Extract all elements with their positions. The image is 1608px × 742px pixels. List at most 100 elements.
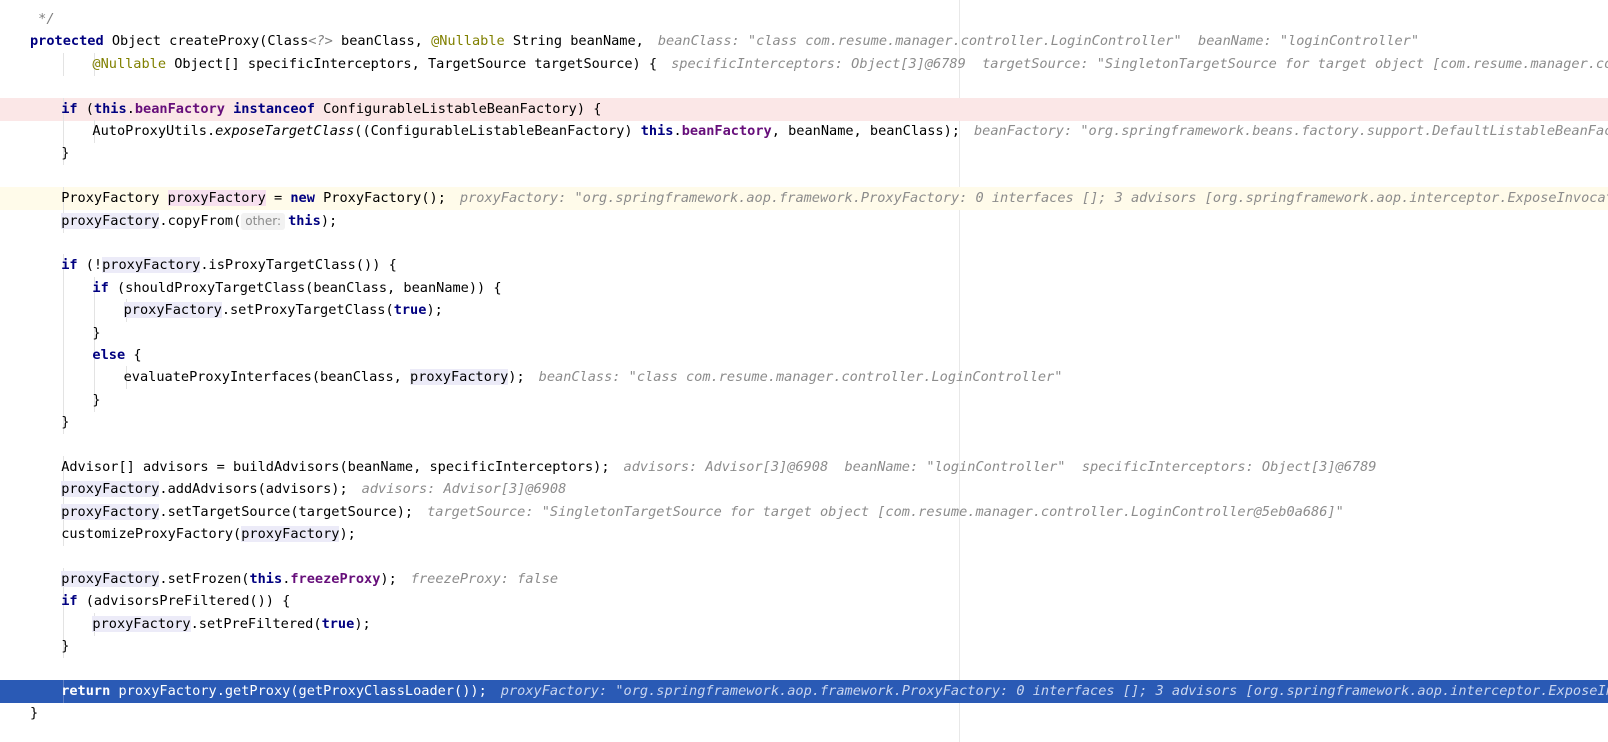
code-line[interactable]: } bbox=[0, 702, 1608, 725]
code-token: ); bbox=[320, 212, 338, 229]
debug-value-hint[interactable]: advisors: Advisor[3]@6908 beanName: "log… bbox=[624, 459, 1377, 475]
code-token: .addAdvisors(advisors); bbox=[159, 481, 348, 498]
code-line[interactable]: customizeProxyFactory(proxyFactory); bbox=[0, 523, 1608, 547]
code-line[interactable]: if (advisorsPreFiltered()) { bbox=[0, 590, 1608, 614]
usage-highlight: proxyFactory bbox=[61, 571, 160, 587]
code-token: customizeProxyFactory( bbox=[61, 526, 242, 543]
code-line[interactable] bbox=[0, 658, 1608, 681]
code-token: evaluateProxyInterfaces(beanClass, bbox=[123, 369, 411, 386]
code-token: ProxyFactory(); bbox=[314, 190, 446, 207]
code-token: } bbox=[92, 391, 101, 408]
code-token: ); bbox=[339, 526, 356, 543]
code-line[interactable] bbox=[0, 546, 1608, 569]
usage-highlight: proxyFactory bbox=[241, 526, 340, 543]
code-text: proxyFactory.setFrozen(this.freezeProxy)… bbox=[61, 568, 558, 591]
code-text: ProxyFactory proxyFactory = new ProxyFac… bbox=[61, 187, 1608, 210]
comment: <?> bbox=[308, 33, 333, 50]
code-line[interactable] bbox=[0, 232, 1608, 255]
code-token: .copyFrom( bbox=[159, 212, 242, 229]
code-line[interactable]: } bbox=[0, 411, 1608, 435]
code-token: proxyFactory.getProxy(getProxyClassLoade… bbox=[110, 683, 487, 699]
code-editor[interactable]: */ protected Object createProxy(Class<?> … bbox=[0, 0, 1608, 742]
code-token: Object createProxy(Class bbox=[103, 33, 309, 50]
code-line[interactable]: AutoProxyUtils.exposeTargetClass((Config… bbox=[0, 120, 1608, 143]
debug-value-hint[interactable]: targetSource: "SingletonTargetSource for… bbox=[427, 504, 1344, 520]
keyword: this bbox=[93, 100, 127, 117]
current-execution-line[interactable]: return proxyFactory.getProxy(getProxyCla… bbox=[0, 680, 1608, 703]
code-line[interactable]: protected Object createProxy(Class<?> be… bbox=[0, 30, 1608, 53]
code-line[interactable]: } bbox=[0, 388, 1608, 412]
code-token: = bbox=[265, 190, 291, 207]
code-text: @Nullable Object[] specificInterceptors,… bbox=[92, 53, 1608, 76]
debug-value-hint[interactable]: beanClass: "class com.resume.manager.con… bbox=[539, 369, 1063, 385]
code-text: } bbox=[30, 702, 38, 725]
usage-highlight: proxyFactory bbox=[61, 481, 160, 498]
code-token: AutoProxyUtils. bbox=[92, 123, 216, 139]
code-line[interactable]: */ bbox=[0, 8, 1608, 31]
debug-value-hint[interactable]: freezeProxy: false bbox=[411, 571, 558, 587]
code-text: proxyFactory.setProxyTargetClass(true); bbox=[123, 299, 443, 322]
code-token: (! bbox=[77, 257, 103, 274]
code-token: } bbox=[61, 638, 70, 655]
code-line[interactable]: proxyFactory.addAdvisors(advisors); advis… bbox=[0, 478, 1608, 502]
debug-value-hint[interactable]: proxyFactory: "org.springframework.aop.f… bbox=[460, 190, 1608, 206]
code-text: } bbox=[61, 411, 69, 434]
code-line[interactable]: if (!proxyFactory.isProxyTargetClass()) … bbox=[0, 254, 1608, 278]
code-text: evaluateProxyInterfaces(beanClass, proxy… bbox=[123, 366, 1063, 389]
code-line[interactable] bbox=[0, 75, 1608, 98]
code-text: AutoProxyUtils.exposeTargetClass((Config… bbox=[92, 120, 1608, 143]
field-ref: freezeProxy bbox=[290, 571, 381, 587]
indent-guide bbox=[63, 276, 65, 300]
code-token: ); bbox=[426, 302, 443, 319]
debug-value-hint[interactable]: beanFactory: "org.springframework.beans.… bbox=[974, 123, 1608, 139]
usage-highlight: proxyFactory bbox=[92, 615, 191, 632]
code-line[interactable]: evaluateProxyInterfaces(beanClass, proxy… bbox=[0, 366, 1608, 390]
parameter-hint: other: bbox=[241, 212, 286, 230]
keyword: protected bbox=[30, 33, 104, 50]
debug-value-hint[interactable]: proxyFactory: "org.springframework.aop.f… bbox=[501, 683, 1608, 699]
keyword: instanceof bbox=[233, 100, 315, 117]
keyword: this bbox=[288, 212, 321, 229]
code-line[interactable]: proxyFactory.copyFrom(other: this); bbox=[0, 209, 1608, 233]
code-line[interactable]: proxyFactory.setTargetSource(targetSourc… bbox=[0, 500, 1608, 524]
code-token: } bbox=[30, 705, 39, 722]
code-line[interactable] bbox=[0, 434, 1608, 457]
code-token: Advisor[] advisors = buildAdvisors(beanN… bbox=[61, 459, 610, 475]
field-ref: beanFactory bbox=[681, 123, 772, 139]
code-text: proxyFactory.copyFrom(other: this); bbox=[61, 210, 337, 233]
keyword: true bbox=[393, 302, 427, 319]
indent-guide bbox=[63, 388, 65, 412]
code-line[interactable]: Advisor[] advisors = buildAdvisors(beanN… bbox=[0, 456, 1608, 479]
debug-value-hint[interactable]: beanClass: "class com.resume.manager.con… bbox=[658, 33, 1419, 49]
indent-guide bbox=[63, 366, 65, 390]
debug-value-hint[interactable]: advisors: Advisor[3]@6908 bbox=[362, 481, 567, 497]
code-text: proxyFactory.addAdvisors(advisors); advis… bbox=[61, 478, 566, 501]
code-line[interactable]: proxyFactory.setFrozen(this.freezeProxy)… bbox=[0, 568, 1608, 591]
code-text: if (shouldProxyTargetClass(beanClass, be… bbox=[92, 277, 501, 300]
code-token: .setProxyTargetClass( bbox=[221, 302, 394, 319]
keyword: return bbox=[61, 683, 111, 699]
code-line[interactable]: if (shouldProxyTargetClass(beanClass, be… bbox=[0, 276, 1608, 300]
code-text: else { bbox=[92, 344, 141, 367]
code-line[interactable]: @Nullable Object[] specificInterceptors,… bbox=[0, 52, 1608, 76]
keyword: this bbox=[249, 571, 283, 587]
code-token: .setFrozen( bbox=[159, 571, 250, 587]
debug-value-hint[interactable]: specificInterceptors: Object[3]@6789 tar… bbox=[671, 56, 1608, 72]
breakpoint-line[interactable]: if (this.beanFactory instanceof Configur… bbox=[0, 97, 1608, 121]
keyword: true bbox=[321, 615, 355, 632]
code-line[interactable]: ProxyFactory proxyFactory = new ProxyFac… bbox=[0, 187, 1608, 211]
code-line[interactable]: proxyFactory.setPreFiltered(true); bbox=[0, 612, 1608, 636]
indent-guide bbox=[63, 344, 65, 367]
code-line[interactable]: proxyFactory.setProxyTargetClass(true); bbox=[0, 299, 1608, 323]
code-token: } bbox=[92, 324, 101, 341]
code-line[interactable]: } bbox=[0, 142, 1608, 166]
keyword: if bbox=[92, 279, 109, 296]
code-text: } bbox=[92, 322, 100, 345]
code-line[interactable]: else { bbox=[0, 344, 1608, 367]
code-line[interactable] bbox=[0, 165, 1608, 188]
annotation: @Nullable bbox=[431, 33, 505, 50]
code-line[interactable]: } bbox=[0, 321, 1608, 345]
code-token: (shouldProxyTargetClass(beanClass, beanN… bbox=[108, 279, 502, 296]
code-line[interactable]: } bbox=[0, 635, 1608, 659]
